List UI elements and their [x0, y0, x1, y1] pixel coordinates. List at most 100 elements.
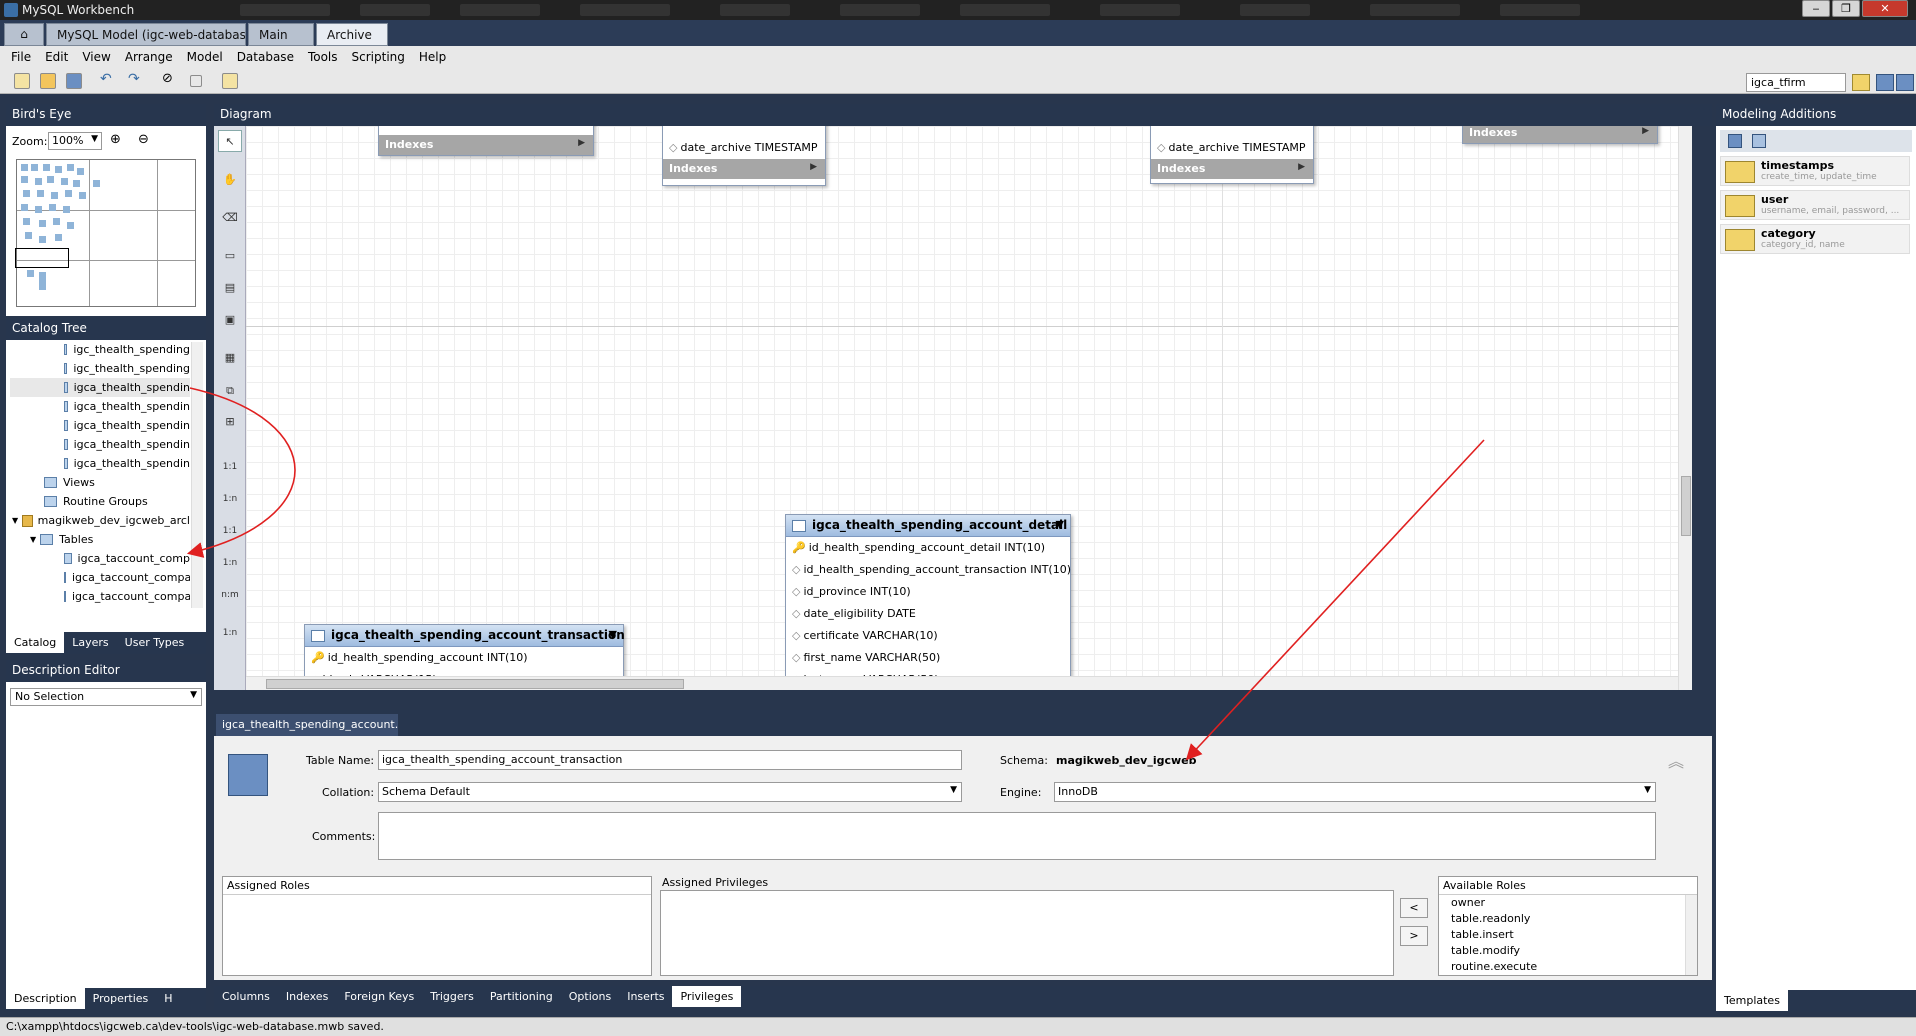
tab-main[interactable]: Main [248, 23, 314, 46]
tab-templates[interactable]: Templates [1716, 990, 1788, 1011]
table-column[interactable]: ◇ id_province INT(10) [786, 581, 1070, 603]
remove-role-button[interactable]: > [1400, 926, 1428, 946]
toggle-secondary-sidebar-icon[interactable] [1896, 74, 1914, 91]
collapse-icon[interactable]: ▼ [1056, 518, 1064, 531]
birds-eye-minimap[interactable] [15, 159, 196, 307]
table-column[interactable]: ◇ first_name VARCHAR(50) [786, 647, 1070, 669]
indexes-section[interactable]: Indexes ▶ [1463, 126, 1657, 143]
indexes-section[interactable]: Indexes ▶ [663, 159, 825, 179]
menu-file[interactable]: File [4, 50, 38, 64]
snippet-add-icon[interactable] [1728, 134, 1742, 148]
collapse-editor-icon[interactable]: ︽ [1668, 748, 1684, 772]
tab-description[interactable]: Description [6, 988, 85, 1009]
catalog-item[interactable]: igca_thealth_spendin [64, 397, 190, 416]
catalog-item-selected[interactable]: igca_thealth_spendin [10, 378, 190, 397]
table-header[interactable]: igca_thealth_spending_account_detail ▼ [786, 515, 1070, 537]
zoom-out-icon[interactable]: ⊖ [138, 132, 149, 147]
relationship-1-1-icon[interactable]: 1:1 [218, 450, 242, 472]
catalog-scrollbar[interactable] [191, 342, 203, 608]
description-selection-select[interactable]: No Selection ▼ [10, 688, 202, 706]
menu-arrange[interactable]: Arrange [118, 50, 180, 64]
diagram-canvas[interactable]: Indexes ▶ ◇ date_archive TIMESTAMP Indexes… [246, 126, 1692, 690]
align-icon[interactable] [190, 75, 202, 87]
relationship-n-m-icon[interactable]: n:m [218, 578, 242, 600]
search-icon[interactable] [1852, 74, 1870, 91]
tab-columns[interactable]: Columns [214, 986, 278, 1007]
engine-select[interactable]: InnoDB ▼ [1054, 782, 1656, 802]
tab-catalog[interactable]: Catalog [6, 632, 65, 653]
expand-arrow-icon[interactable]: ▼ [30, 535, 36, 544]
tab-indexes[interactable]: Indexes [278, 986, 336, 1007]
tab-properties[interactable]: Properties [85, 988, 157, 1009]
relationship-existing-columns-icon[interactable]: 1:n [218, 616, 242, 638]
home-tab[interactable]: ⌂ [4, 23, 44, 46]
snippet-table-icon[interactable] [1752, 134, 1766, 148]
snippet-timestamps[interactable]: timestamps create_time, update_time [1720, 156, 1910, 186]
hand-tool-icon[interactable]: ✋ [218, 168, 242, 190]
table-column[interactable]: 🔑 id_health_spending_account INT(10) [305, 647, 623, 669]
tab-foreign-keys[interactable]: Foreign Keys [336, 986, 422, 1007]
tab-layers[interactable]: Layers [64, 632, 116, 653]
assigned-roles-list[interactable]: Assigned Roles [222, 876, 652, 976]
tab-archive[interactable]: Archive [316, 23, 388, 46]
role-item[interactable]: routine.execute [1439, 959, 1697, 975]
relationship-1-1-identifying-icon[interactable]: 1:1 [218, 514, 242, 536]
catalog-item-views[interactable]: Views [44, 473, 190, 492]
diagram-table-detail[interactable]: igca_thealth_spending_account_detail ▼ 🔑 i… [785, 514, 1071, 690]
note-tool-icon[interactable]: ▤ [218, 276, 242, 298]
catalog-item[interactable]: igca_taccount_compa [64, 568, 190, 587]
tab-privileges[interactable]: Privileges [672, 986, 742, 1007]
indexes-section[interactable]: Indexes ▶ [1151, 159, 1313, 179]
catalog-item-tables[interactable]: ▼ Tables [30, 530, 190, 549]
close-button[interactable]: ✕ [1862, 0, 1908, 17]
available-roles-list[interactable]: Available Roles owner table.readonly tab… [1438, 876, 1698, 976]
menu-scripting[interactable]: Scripting [345, 50, 412, 64]
snippet-user[interactable]: user username, email, password, ... [1720, 190, 1910, 220]
catalog-item[interactable]: igca_taccount_comp [64, 549, 190, 568]
table-tool-icon[interactable]: ▦ [218, 346, 242, 368]
catalog-item[interactable]: igca_thealth_spendin [64, 454, 190, 473]
menu-tools[interactable]: Tools [301, 50, 345, 64]
diagram-table[interactable]: Indexes ▶ [1462, 126, 1658, 144]
menu-view[interactable]: View [75, 50, 117, 64]
minimize-button[interactable]: ‒ [1802, 0, 1830, 17]
table-column[interactable]: ◇ certificate VARCHAR(10) [786, 625, 1070, 647]
redo-icon[interactable]: ↷ [128, 71, 144, 87]
eraser-tool-icon[interactable]: ⌫ [218, 206, 242, 228]
search-input[interactable]: igca_tfirm [1746, 73, 1846, 92]
menu-model[interactable]: Model [180, 50, 230, 64]
catalog-item[interactable]: igc_thealth_spending [64, 359, 190, 378]
maximize-button[interactable]: ❐ [1832, 0, 1860, 17]
new-file-icon[interactable] [14, 73, 30, 89]
new-diagram-icon[interactable] [222, 73, 238, 89]
relationship-1-n-identifying-icon[interactable]: 1:n [218, 546, 242, 568]
table-column[interactable]: ◇ date_eligibility DATE [786, 603, 1070, 625]
assign-role-button[interactable]: < [1400, 898, 1428, 918]
catalog-item[interactable]: igca_thealth_spendin [64, 435, 190, 454]
minimap-viewport[interactable] [15, 248, 69, 268]
image-tool-icon[interactable]: ▣ [218, 308, 242, 330]
table-column[interactable]: 🔑 id_health_spending_account_detail INT(1… [786, 537, 1070, 559]
catalog-item-schema[interactable]: ▼ magikweb_dev_igcweb_arcl [12, 511, 190, 530]
tab-model[interactable]: MySQL Model (igc-web-database... [46, 23, 246, 46]
tab-options[interactable]: Options [561, 986, 619, 1007]
open-folder-icon[interactable] [40, 73, 56, 89]
table-column[interactable]: ◇ id_health_spending_account_transaction … [786, 559, 1071, 581]
table-column[interactable]: ◇ date_archive TIMESTAMP [663, 137, 825, 159]
view-tool-icon[interactable]: ⧉ [218, 380, 242, 402]
roles-scrollbar[interactable] [1685, 895, 1697, 975]
catalog-item[interactable]: igca_taccount_compa [64, 587, 190, 606]
role-item[interactable]: table.readonly [1439, 911, 1697, 927]
role-item[interactable]: table.modify [1439, 943, 1697, 959]
menu-help[interactable]: Help [412, 50, 453, 64]
tab-partitioning[interactable]: Partitioning [482, 986, 561, 1007]
tab-triggers[interactable]: Triggers [422, 986, 482, 1007]
table-column[interactable]: ◇ date_archive TIMESTAMP [1151, 137, 1313, 159]
relationship-1-n-icon[interactable]: 1:n [218, 482, 242, 504]
tab-inserts[interactable]: Inserts [619, 986, 672, 1007]
diagram-table[interactable]: Indexes ▶ [378, 126, 594, 156]
toggle-grid-icon[interactable]: ⊘ [162, 71, 178, 87]
toggle-sidebar-icon[interactable] [1876, 74, 1894, 91]
snippet-category[interactable]: category category_id, name [1720, 224, 1910, 254]
role-item[interactable]: table.insert [1439, 927, 1697, 943]
